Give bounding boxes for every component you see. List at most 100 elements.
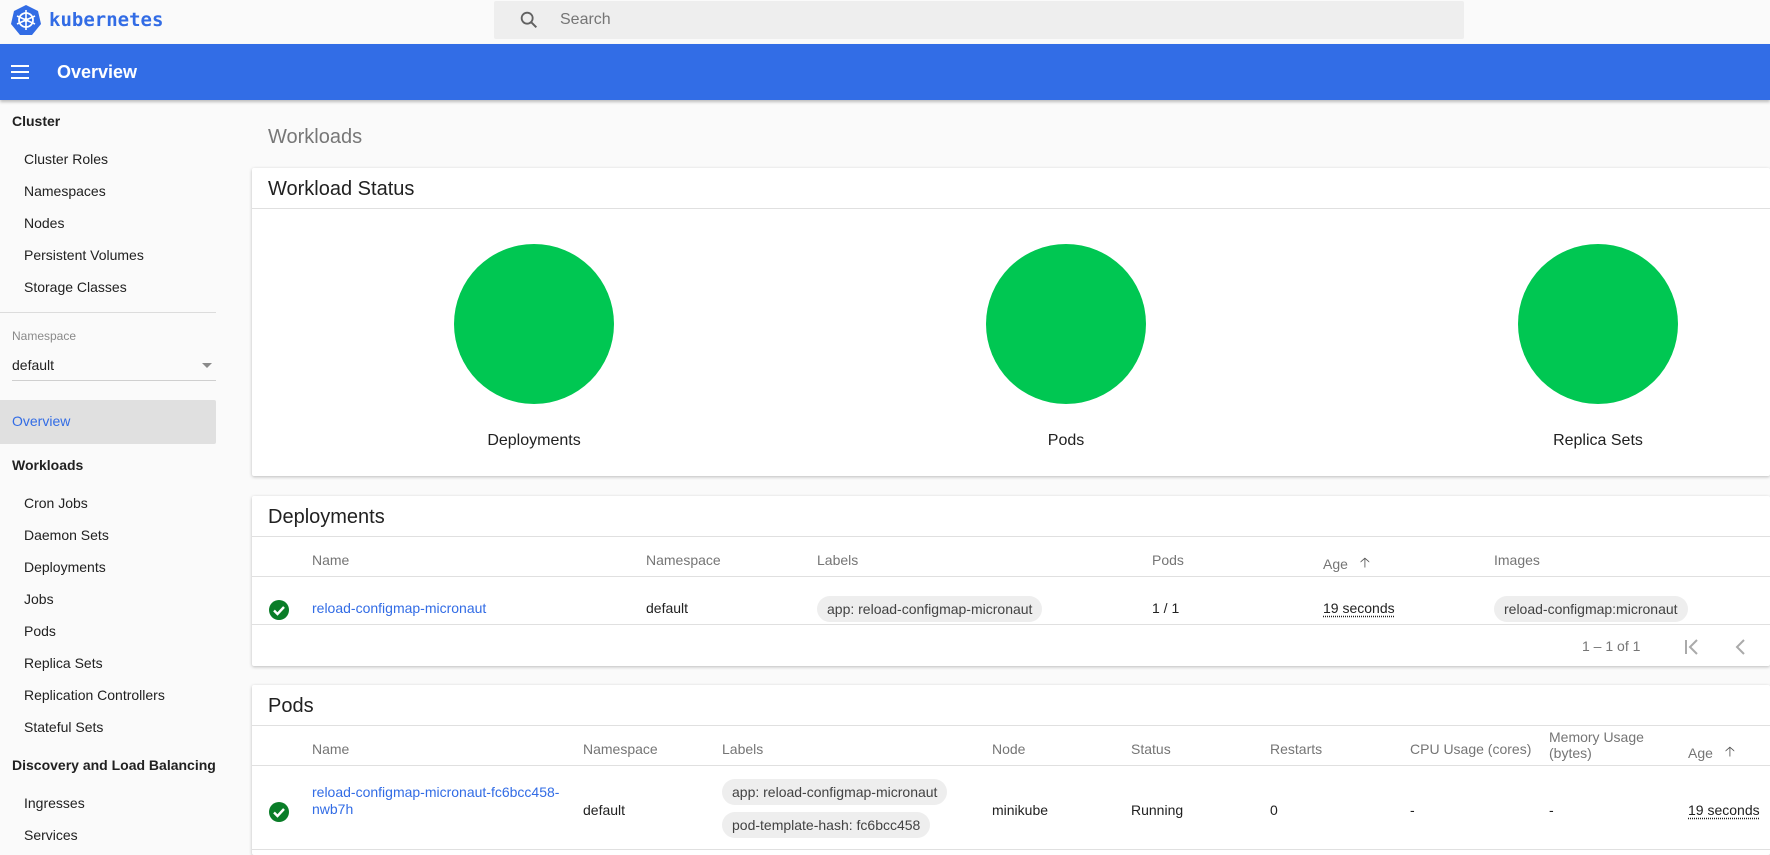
pod-cpu-usage: - xyxy=(1410,802,1415,818)
namespace-value: default xyxy=(12,357,55,373)
sidebar-item-cron-jobs[interactable]: Cron Jobs xyxy=(24,495,88,511)
search-icon xyxy=(520,11,538,29)
pod-name-link[interactable]: reload-configmap-micronaut-fc6bcc458- nw… xyxy=(312,784,559,818)
status-pie-pods xyxy=(986,244,1146,404)
sidebar-item-replication-controllers[interactable]: Replication Controllers xyxy=(24,687,165,703)
column-header-age-label: Age xyxy=(1323,556,1348,572)
pagination-range: 1 – 1 of 1 xyxy=(1582,638,1641,654)
column-header-namespace[interactable]: Namespace xyxy=(583,741,658,757)
sidebar-item-storage-classes[interactable]: Storage Classes xyxy=(24,279,127,295)
pods-card: Pods Name Namespace Labels Node Status R… xyxy=(252,685,1770,855)
status-deployments[interactable]: Deployments xyxy=(434,244,634,449)
pod-age: 19 seconds xyxy=(1688,802,1760,818)
card-title: Workload Status xyxy=(268,178,415,200)
status-pie-deployments xyxy=(454,244,614,404)
sidebar-item-services[interactable]: Services xyxy=(24,827,78,843)
namespace-select[interactable]: default xyxy=(12,351,216,381)
first-page-icon[interactable] xyxy=(1682,636,1704,658)
sidebar-item-ingresses[interactable]: Ingresses xyxy=(24,795,85,811)
header-divider xyxy=(252,576,1770,577)
sort-ascending-icon: 🡡 xyxy=(1359,554,1370,570)
sidebar-item-jobs[interactable]: Jobs xyxy=(24,591,54,607)
sidebar-section-workloads[interactable]: Workloads xyxy=(12,457,83,473)
sidebar-item-overview-label: Overview xyxy=(12,413,71,429)
column-header-images: Images xyxy=(1494,552,1540,568)
column-header-age-label: Age xyxy=(1688,745,1713,761)
namespace-label: Namespace xyxy=(12,329,77,343)
column-header-name[interactable]: Name xyxy=(312,552,349,568)
pod-memory-usage: - xyxy=(1549,802,1554,818)
deployments-card: Deployments Name Namespace Labels Pods A… xyxy=(252,496,1770,666)
logo-text: kubernetes xyxy=(49,9,164,31)
sidebar-item-cluster-roles[interactable]: Cluster Roles xyxy=(24,151,108,167)
search-bar[interactable] xyxy=(494,1,1464,39)
check-circle-icon xyxy=(269,600,289,620)
column-header-restarts[interactable]: Restarts xyxy=(1270,741,1322,757)
column-header-node[interactable]: Node xyxy=(992,741,1025,757)
sidebar-item-pods[interactable]: Pods xyxy=(24,623,56,639)
label-chip: app: reload-configmap-micronaut xyxy=(817,596,1043,622)
sidebar-section-cluster[interactable]: Cluster xyxy=(12,113,60,129)
pod-name-line-2: nwb7h xyxy=(312,801,354,817)
column-header-age[interactable]: Age 🡡 xyxy=(1688,741,1735,765)
top-bar: kubernetes xyxy=(0,0,1770,44)
kubernetes-helm-icon xyxy=(11,5,41,35)
column-header-namespace[interactable]: Namespace xyxy=(646,552,721,568)
dropdown-arrow-icon xyxy=(202,363,212,368)
status-label: Pods xyxy=(1047,432,1085,449)
status-pods[interactable]: Pods xyxy=(966,244,1166,449)
card-title: Deployments xyxy=(268,506,385,528)
label-chip: app: reload-configmap-micronaut xyxy=(722,779,948,805)
pod-name-line-1: reload-configmap-micronaut-fc6bcc458- xyxy=(312,784,560,800)
pod-restarts: 0 xyxy=(1270,802,1278,818)
image-chip: reload-configmap:micronaut xyxy=(1494,596,1688,622)
card-divider xyxy=(252,725,1770,726)
sidebar-item-overview[interactable]: Overview xyxy=(0,400,216,444)
page-title: Overview xyxy=(57,61,138,82)
sidebar-section-discovery[interactable]: Discovery and Load Balancing xyxy=(12,757,216,773)
sidebar-item-namespaces[interactable]: Namespaces xyxy=(24,183,106,199)
sidebar-item-replica-sets[interactable]: Replica Sets xyxy=(24,655,103,671)
pie-slice-running xyxy=(454,244,614,404)
deployment-pods: 1 / 1 xyxy=(1152,600,1180,616)
app-bar: Overview xyxy=(0,44,1770,100)
check-circle-icon xyxy=(269,802,289,822)
pod-namespace: default xyxy=(583,802,626,818)
pod-node: minikube xyxy=(992,802,1049,818)
pod-status: Running xyxy=(1131,802,1184,818)
row-divider xyxy=(252,624,1770,625)
column-header-name[interactable]: Name xyxy=(312,741,349,757)
column-header-labels: Labels xyxy=(817,552,859,568)
row-divider xyxy=(252,849,1770,850)
status-label: Replica Sets xyxy=(1553,432,1643,449)
status-pie-replica-sets xyxy=(1518,244,1678,404)
deployment-age: 19 seconds xyxy=(1323,600,1395,616)
deployment-namespace: default xyxy=(646,600,689,616)
column-header-pods: Pods xyxy=(1152,552,1184,568)
main-content: Workloads Workload Status Deployments Po… xyxy=(252,100,1770,855)
workload-status-card: Workload Status Deployments Pods Replica… xyxy=(252,168,1770,476)
status-label: Deployments xyxy=(487,432,581,449)
sidebar-divider xyxy=(0,312,216,313)
deployment-name-link[interactable]: reload-configmap-micronaut xyxy=(312,600,486,616)
status-replica-sets[interactable]: Replica Sets xyxy=(1498,244,1698,449)
card-divider xyxy=(252,536,1770,537)
column-header-memory: Memory Usage (bytes) xyxy=(1549,729,1644,761)
sidebar-item-persistent-volumes[interactable]: Persistent Volumes xyxy=(24,247,144,263)
previous-page-icon[interactable] xyxy=(1730,636,1752,658)
section-heading-workloads: Workloads xyxy=(268,126,363,148)
search-input[interactable] xyxy=(560,11,1360,29)
column-header-status[interactable]: Status xyxy=(1131,741,1171,757)
sidebar-item-stateful-sets[interactable]: Stateful Sets xyxy=(24,719,103,735)
sort-ascending-icon: 🡡 xyxy=(1724,743,1735,759)
menu-icon[interactable] xyxy=(10,61,32,83)
label-chip: pod-template-hash: fc6bcc458 xyxy=(722,812,931,838)
card-title: Pods xyxy=(268,695,314,717)
kubernetes-logo[interactable]: kubernetes xyxy=(10,4,163,36)
sidebar-item-daemon-sets[interactable]: Daemon Sets xyxy=(24,527,109,543)
column-header-labels: Labels xyxy=(722,741,764,757)
header-divider xyxy=(252,765,1770,766)
sidebar-item-deployments[interactable]: Deployments xyxy=(24,559,106,575)
column-header-age[interactable]: Age 🡡 xyxy=(1323,552,1370,576)
sidebar-item-nodes[interactable]: Nodes xyxy=(24,215,64,231)
